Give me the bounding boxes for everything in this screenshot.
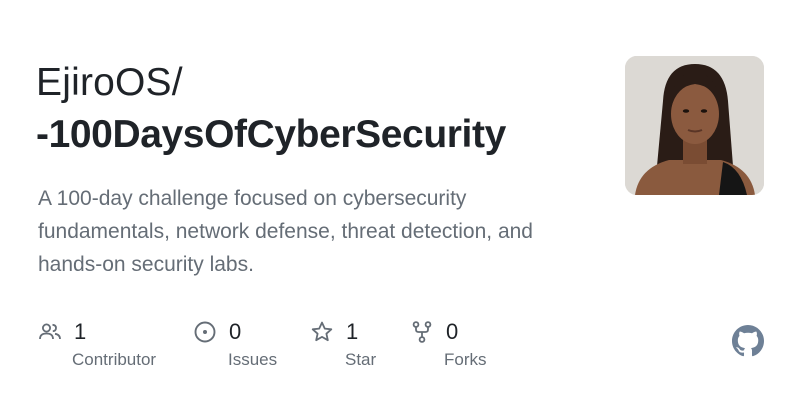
owner-avatar[interactable]	[625, 56, 764, 195]
issue-opened-icon	[194, 321, 216, 343]
repository-social-card: EjiroOS/ -100DaysOfCyberSecurity A 100-d…	[0, 0, 800, 419]
stat-forks[interactable]: 0 Forks	[410, 318, 487, 369]
stars-count: 1	[346, 319, 359, 344]
contributors-label: Contributor	[72, 350, 157, 369]
stat-stars[interactable]: 1 Star	[310, 318, 376, 369]
issues-label: Issues	[228, 350, 278, 369]
contributors-count: 1	[74, 319, 87, 344]
stat-contributors[interactable]: 1 Contributor	[38, 318, 156, 369]
repo-description: A 100-day challenge focused on cybersecu…	[38, 187, 533, 276]
star-icon	[311, 321, 333, 342]
repo-owner[interactable]: EjiroOS/	[36, 58, 183, 108]
stars-label: Star	[345, 350, 377, 369]
issues-count: 0	[229, 319, 242, 344]
stat-issues[interactable]: 0 Issues	[193, 318, 277, 369]
forks-count: 0	[446, 319, 459, 344]
user-avatar-photo	[625, 56, 764, 195]
forks-label: Forks	[444, 350, 487, 369]
repo-forked-icon	[412, 321, 432, 343]
people-icon	[39, 323, 61, 340]
github-logo-icon[interactable]	[732, 325, 764, 357]
repo-name[interactable]: -100DaysOfCyberSecurity	[36, 110, 506, 160]
